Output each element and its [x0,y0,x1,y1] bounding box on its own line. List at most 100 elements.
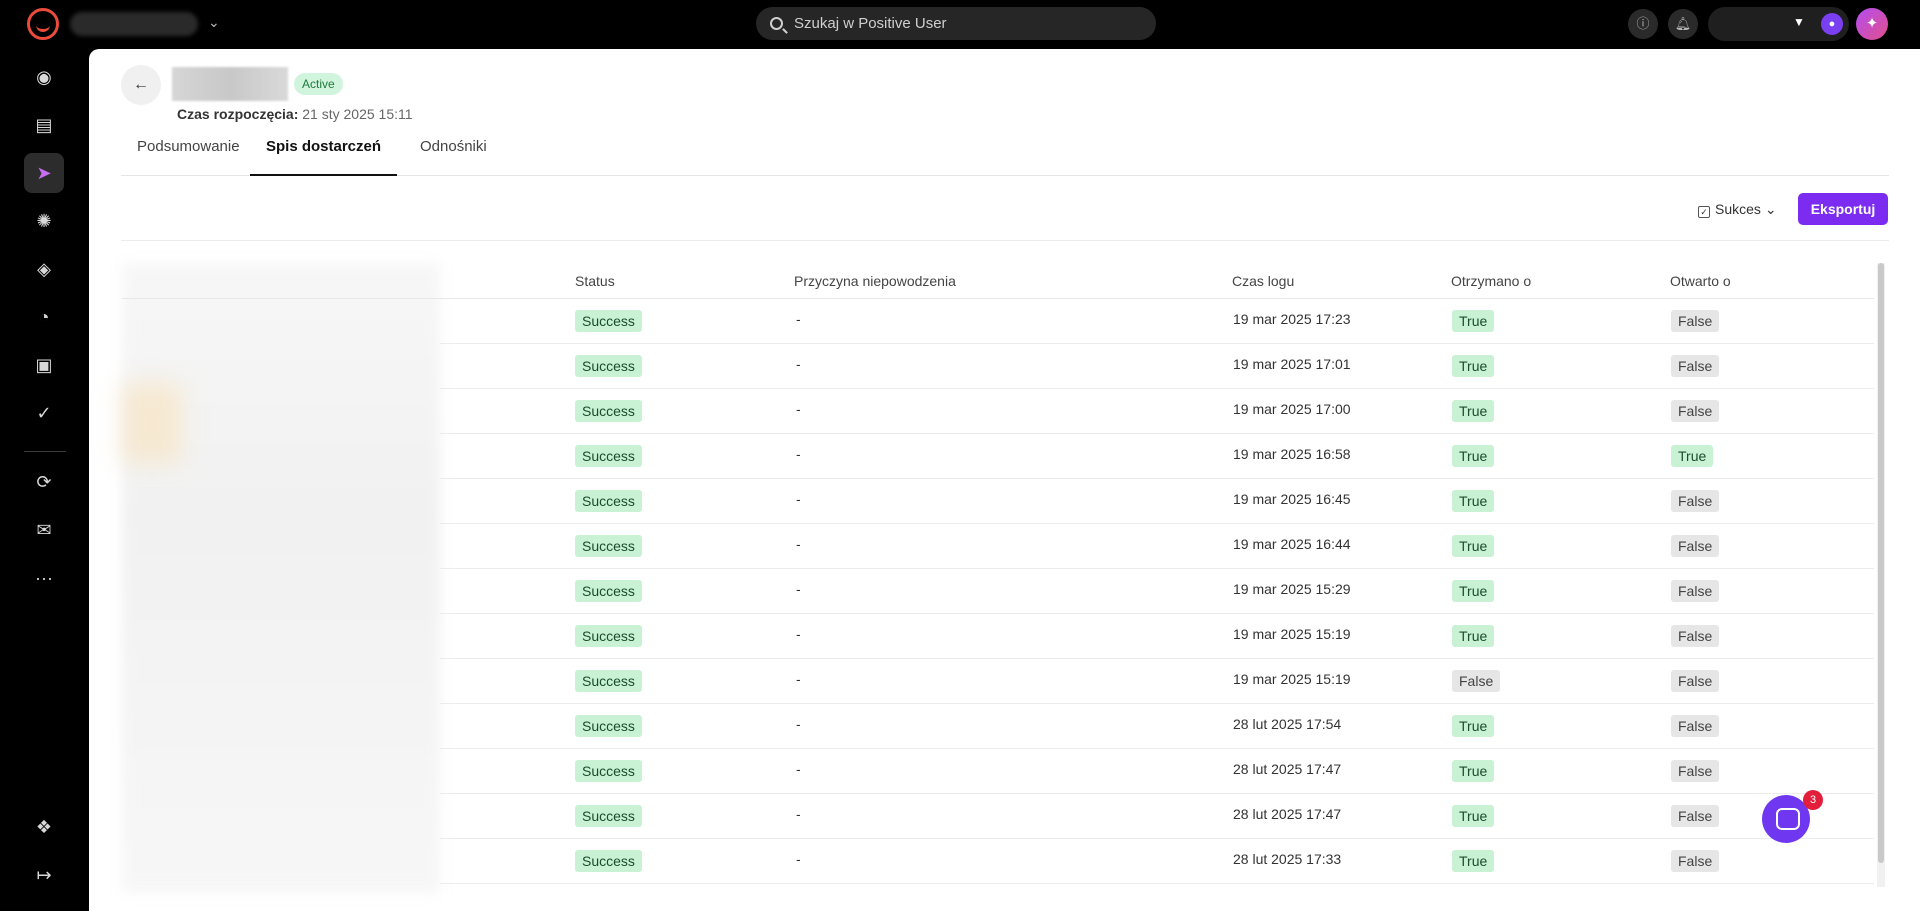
failure-reason: - [796,491,801,507]
search-input[interactable]: Szukaj w Positive User [756,7,1156,40]
table-row[interactable]: Success - 19 mar 2025 16:58 True True [440,434,1874,479]
table-row[interactable]: Success - 19 mar 2025 16:45 True False [440,479,1874,524]
status-badge: Success [575,580,642,602]
send-icon[interactable]: ➤ [24,153,64,193]
failure-reason: - [796,536,801,552]
sparkle-icon[interactable]: ✦ [1856,8,1888,40]
opened-badge: False [1671,490,1720,512]
opened-badge: False [1671,310,1720,332]
status-badge: Success [575,760,642,782]
status-badge: Success [575,805,642,827]
chart-icon[interactable]: ◔ [24,297,64,337]
chevron-down-icon[interactable]: ⌄ [208,14,220,31]
user-menu[interactable]: ▼ ● [1708,7,1849,41]
top-bar: ⌄ Szukaj w Positive User ⓘ 🔔︎ ▼ ● ✦ [0,0,1920,49]
tab-summary[interactable]: Podsumowanie [121,129,256,176]
folder-icon[interactable]: ▤ [24,105,64,145]
failure-reason: - [796,401,801,417]
received-badge: False [1452,670,1501,692]
scrollbar-thumb[interactable] [1878,263,1884,863]
success-filter[interactable]: ✓ Sukces ⌄ [1698,199,1777,219]
tab-links[interactable]: Odnośniki [404,129,503,176]
chevron-down-icon: ⌄ [1764,201,1777,217]
log-time: 19 mar 2025 16:45 [1233,491,1351,507]
sidebar: ◉ ▤ ➤ ✺ ◈ ◔ ▣ ✓ ⟳ ✉ ··· ❖ ↦ [0,49,89,911]
status-badge: Success [575,850,642,872]
search-placeholder: Szukaj w Positive User [794,15,947,32]
bell-icon[interactable]: 🔔︎ [1668,9,1698,39]
blurred-avatar [122,383,182,463]
start-time-label: Czas rozpoczęcia: [177,106,299,122]
received-badge: True [1452,490,1495,512]
filter-label: Sukces [1715,201,1761,217]
info-icon[interactable]: ⓘ [1628,9,1658,39]
table-row[interactable]: Success - 28 lut 2025 17:47 True False [440,749,1874,794]
failure-reason: - [796,716,801,732]
failure-reason: - [796,626,801,642]
column-header-received[interactable]: Otrzymano o [1451,273,1531,289]
column-header-status[interactable]: Status [575,273,615,289]
divider [121,240,1889,241]
checkbox-icon: ✓ [1698,206,1710,218]
back-button[interactable]: ← [121,65,161,105]
search-icon [770,17,783,30]
atom-icon[interactable]: ✺ [24,201,64,241]
main-content: ← Active Czas rozpoczęcia: 21 sty 2025 1… [89,49,1920,911]
status-badge: Success [575,445,642,467]
table-row[interactable]: Success - 19 mar 2025 15:19 True False [440,614,1874,659]
received-badge: True [1452,805,1495,827]
column-header-log-time[interactable]: Czas logu [1232,273,1294,289]
start-time: Czas rozpoczęcia: 21 sty 2025 15:11 [177,106,413,122]
table-row[interactable]: Success - 19 mar 2025 17:01 True False [440,344,1874,389]
status-badge: Success [575,355,642,377]
status-badge: Success [575,400,642,422]
log-time: 19 mar 2025 17:00 [1233,401,1351,417]
failure-reason: - [796,581,801,597]
log-time: 28 lut 2025 17:47 [1233,806,1342,822]
table-row[interactable]: Success - 28 lut 2025 17:47 True False [440,794,1874,839]
recipient-column-blurred [122,263,440,893]
layers-icon[interactable]: ◈ [24,249,64,289]
window-icon[interactable]: ▣ [24,345,64,385]
opened-badge: False [1671,760,1720,782]
message-icon[interactable]: ✉ [24,510,64,550]
table-row[interactable]: Success - 19 mar 2025 15:29 True False [440,569,1874,614]
sidebar-divider [24,451,66,452]
table-scrollbar[interactable] [1877,263,1885,887]
more-icon[interactable]: ··· [24,558,64,598]
export-button[interactable]: Eksportuj [1798,193,1888,225]
column-header-opened[interactable]: Otwarto o [1670,273,1731,289]
status-badge: Active [294,73,343,95]
status-badge: Success [575,715,642,737]
flow-icon[interactable]: ⟳ [24,462,64,502]
home-icon[interactable]: ◉ [24,57,64,97]
chevron-down-icon: ▼ [1793,15,1805,29]
table-row[interactable]: Success - 19 mar 2025 16:44 True False [440,524,1874,569]
integrations-icon[interactable]: ❖ [24,807,64,847]
org-switcher[interactable] [70,12,198,36]
log-time: 19 mar 2025 17:23 [1233,311,1351,327]
logout-icon[interactable]: ↦ [24,855,64,895]
user-icon: ● [1821,13,1843,35]
failure-reason: - [796,851,801,867]
table-row[interactable]: Success - 19 mar 2025 17:23 True False [440,299,1874,344]
received-badge: True [1452,445,1495,467]
received-badge: True [1452,760,1495,782]
failure-reason: - [796,311,801,327]
failure-reason: - [796,761,801,777]
table-row[interactable]: Success - 28 lut 2025 17:33 True False [440,839,1874,884]
received-badge: True [1452,535,1495,557]
table-row[interactable]: Success - 19 mar 2025 17:00 True False [440,389,1874,434]
logo-icon[interactable] [27,8,59,40]
column-header-reason[interactable]: Przyczyna niepowodzenia [794,273,956,289]
tab-bar: Podsumowanie Spis dostarczeń Odnośniki [121,129,1889,176]
table-row[interactable]: Success - 28 lut 2025 17:54 True False [440,704,1874,749]
failure-reason: - [796,446,801,462]
table-row[interactable]: Success - 19 mar 2025 15:19 False False [440,659,1874,704]
received-badge: True [1452,580,1495,602]
log-time: 28 lut 2025 17:47 [1233,761,1342,777]
badge-icon[interactable]: ✓ [24,393,64,433]
page-title [172,67,288,101]
tab-deliveries[interactable]: Spis dostarczeń [250,129,398,176]
status-badge: Success [575,625,642,647]
